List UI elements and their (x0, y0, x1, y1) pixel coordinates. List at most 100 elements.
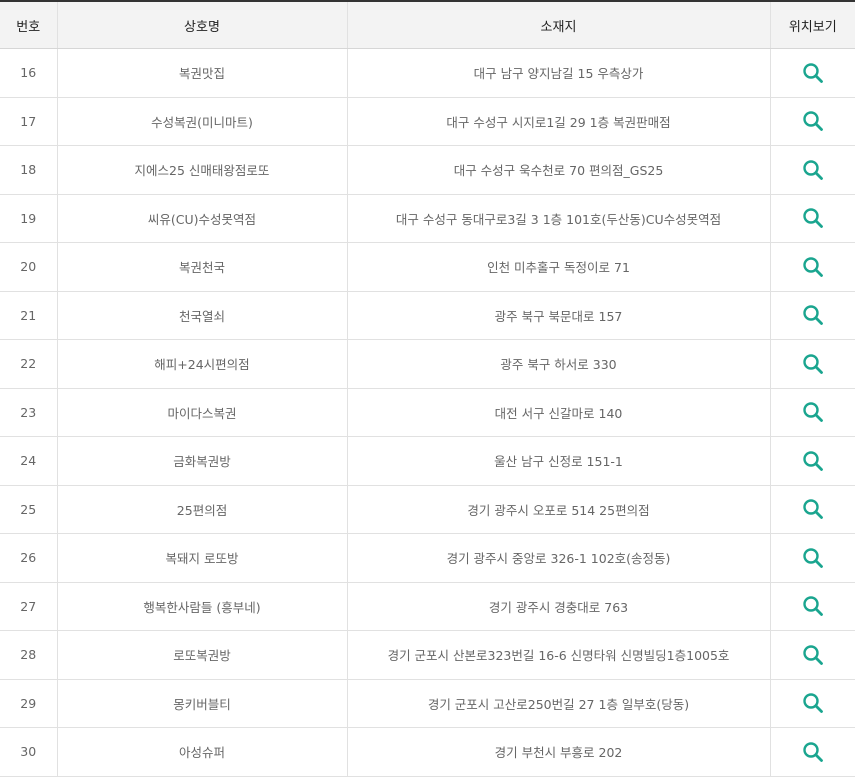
search-icon (803, 257, 823, 277)
search-icon (803, 693, 823, 714)
location-button[interactable] (801, 109, 825, 133)
cell-location (769, 48, 855, 98)
cell-no: 25 (0, 485, 57, 534)
header-name: 상호명 (56, 1, 347, 49)
search-icon (803, 111, 823, 132)
cell-no: 19 (0, 194, 57, 243)
cell-no: 29 (0, 679, 57, 728)
cell-name: 복권천국 (56, 242, 347, 292)
location-button[interactable] (801, 643, 825, 667)
cell-no: 24 (0, 436, 57, 486)
cell-location (769, 145, 855, 195)
search-icon (803, 499, 823, 520)
location-button[interactable] (801, 352, 825, 376)
search-icon (803, 548, 823, 568)
cell-location (769, 339, 855, 389)
cell-name: 금화복권방 (56, 436, 347, 486)
cell-name: 복돼지 로또방 (56, 533, 347, 583)
cell-name: 마이다스복권 (56, 388, 347, 437)
cell-name: 복권맛집 (56, 48, 347, 98)
store-table: 번호 상호명 소재지 위치보기 16 복권맛집 대구 남구 양지남길 15 우측… (0, 0, 855, 777)
table-row: 22 해피+24시편의점 광주 북구 하서로 330 (0, 339, 855, 389)
cell-address: 경기 군포시 고산로250번길 27 1층 일부호(당동) (346, 679, 770, 728)
cell-no: 22 (0, 339, 57, 389)
table-row: 24 금화복권방 울산 남구 신정로 151-1 (0, 436, 855, 486)
location-button[interactable] (801, 497, 825, 521)
search-icon (803, 305, 823, 326)
cell-location (769, 630, 855, 680)
search-icon (803, 596, 823, 617)
table-row: 20 복권천국 인천 미추홀구 독정이로 71 (0, 242, 855, 292)
cell-name: 씨유(CU)수성못역점 (56, 194, 347, 243)
location-button[interactable] (801, 303, 825, 327)
cell-location (769, 242, 855, 292)
cell-address: 광주 북구 하서로 330 (346, 339, 770, 389)
cell-no: 27 (0, 582, 57, 631)
header-location: 위치보기 (769, 1, 855, 49)
cell-name: 천국열쇠 (56, 291, 347, 340)
cell-address: 인천 미추홀구 독정이로 71 (346, 242, 770, 292)
cell-location (769, 727, 855, 777)
cell-no: 16 (0, 48, 57, 98)
location-button[interactable] (801, 158, 825, 182)
cell-location (769, 97, 855, 146)
cell-address: 대구 수성구 동대구로3길 3 1층 101호(두산동)CU수성못역점 (346, 194, 770, 243)
header-no: 번호 (0, 1, 57, 49)
cell-location (769, 485, 855, 534)
search-icon (803, 402, 823, 423)
table-header: 번호 상호명 소재지 위치보기 (0, 1, 855, 49)
location-button[interactable] (801, 255, 825, 279)
cell-location (769, 194, 855, 243)
location-button[interactable] (801, 740, 825, 764)
location-button[interactable] (801, 400, 825, 424)
cell-no: 18 (0, 145, 57, 195)
cell-name: 몽키버블티 (56, 679, 347, 728)
search-icon (803, 354, 823, 374)
table-row: 25 25편의점 경기 광주시 오포로 514 25편의점 (0, 485, 855, 534)
cell-address: 대구 수성구 시지로1길 29 1층 복권판매점 (346, 97, 770, 146)
cell-address: 경기 광주시 오포로 514 25편의점 (346, 485, 770, 534)
cell-name: 해피+24시편의점 (56, 339, 347, 389)
search-icon (803, 63, 823, 83)
cell-no: 17 (0, 97, 57, 146)
search-icon (803, 451, 823, 471)
cell-location (769, 388, 855, 437)
cell-no: 23 (0, 388, 57, 437)
cell-location (769, 533, 855, 583)
cell-location (769, 291, 855, 340)
table-row: 19 씨유(CU)수성못역점 대구 수성구 동대구로3길 3 1층 101호(두… (0, 194, 855, 243)
cell-no: 28 (0, 630, 57, 680)
cell-address: 경기 군포시 산본로323번길 16-6 신명타워 신명빌딩1층1005호 (346, 630, 770, 680)
location-button[interactable] (801, 449, 825, 473)
table-body: 16 복권맛집 대구 남구 양지남길 15 우측상가 17 수성복권(미니마트)… (0, 48, 855, 777)
cell-name: 25편의점 (56, 485, 347, 534)
cell-no: 26 (0, 533, 57, 583)
cell-name: 지에스25 신매태왕점로또 (56, 145, 347, 195)
table-row: 28 로또복권방 경기 군포시 산본로323번길 16-6 신명타워 신명빌딩1… (0, 630, 855, 680)
table-row: 17 수성복권(미니마트) 대구 수성구 시지로1길 29 1층 복권판매점 (0, 97, 855, 146)
location-button[interactable] (801, 206, 825, 230)
search-icon (803, 160, 823, 180)
cell-address: 대구 남구 양지남길 15 우측상가 (346, 48, 770, 98)
header-address: 소재지 (346, 1, 770, 49)
location-button[interactable] (801, 594, 825, 618)
location-button[interactable] (801, 546, 825, 570)
cell-name: 수성복권(미니마트) (56, 97, 347, 146)
cell-address: 울산 남구 신정로 151-1 (346, 436, 770, 486)
search-icon (803, 208, 823, 229)
search-icon (803, 645, 823, 665)
location-button[interactable] (801, 691, 825, 715)
cell-address: 경기 부천시 부흥로 202 (346, 727, 770, 777)
table-row: 26 복돼지 로또방 경기 광주시 중앙로 326-1 102호(송정동) (0, 533, 855, 583)
search-icon (803, 742, 823, 762)
cell-address: 경기 광주시 중앙로 326-1 102호(송정동) (346, 533, 770, 583)
cell-address: 광주 북구 북문대로 157 (346, 291, 770, 340)
cell-address: 경기 광주시 경충대로 763 (346, 582, 770, 631)
header-row: 번호 상호명 소재지 위치보기 (0, 1, 855, 49)
cell-name: 행복한사람들 (흥부네) (56, 582, 347, 631)
location-button[interactable] (801, 61, 825, 85)
table-row: 16 복권맛집 대구 남구 양지남길 15 우측상가 (0, 48, 855, 98)
cell-location (769, 679, 855, 728)
table-row: 18 지에스25 신매태왕점로또 대구 수성구 욱수천로 70 편의점_GS25 (0, 145, 855, 195)
cell-location (769, 582, 855, 631)
